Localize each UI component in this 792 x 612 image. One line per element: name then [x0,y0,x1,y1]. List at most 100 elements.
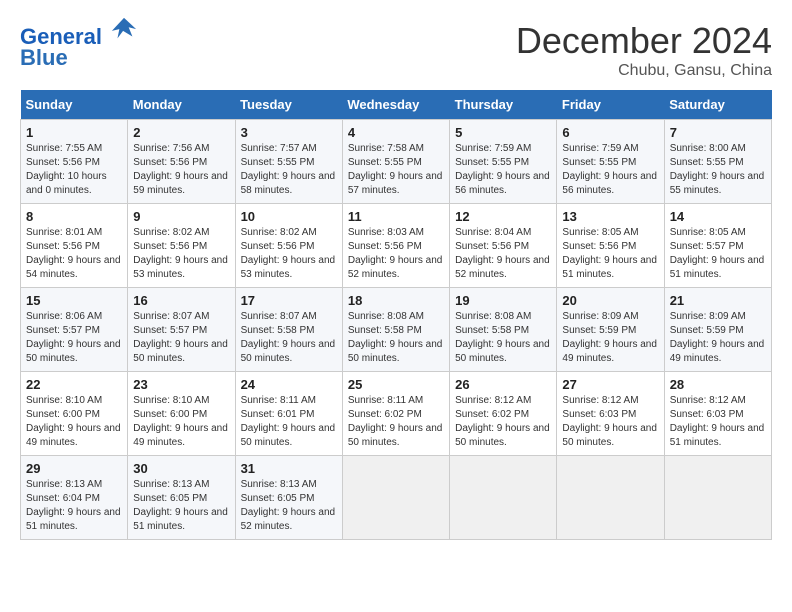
calendar-cell: 14Sunrise: 8:05 AMSunset: 5:57 PMDayligh… [664,204,771,288]
day-info: Sunrise: 8:08 AMSunset: 5:58 PMDaylight:… [455,310,551,366]
calendar-cell: 9 Sunrise: 8:02 AMSunset: 5:56 PMDaylight… [128,204,235,288]
calendar-cell [342,456,449,540]
day-number: 13 [562,209,658,224]
day-number: 16 [133,293,229,308]
day-number: 23 [133,377,229,392]
day-info: Sunrise: 8:07 AMSunset: 5:58 PMDaylight:… [241,310,337,366]
day-number: 26 [455,377,551,392]
day-info: Sunrise: 8:02 AMSunset: 5:56 PMDaylight:… [241,226,337,282]
logo-bird-icon [110,16,138,44]
day-number: 19 [455,293,551,308]
calendar-cell: 22Sunrise: 8:10 AMSunset: 6:00 PMDayligh… [21,372,128,456]
day-info: Sunrise: 8:07 AMSunset: 5:57 PMDaylight:… [133,310,229,366]
calendar-cell: 26 Sunrise: 8:12 AMSunset: 6:02 PMDayligh… [450,372,557,456]
day-number: 9 [133,209,229,224]
calendar-cell: 28 Sunrise: 8:12 AMSunset: 6:03 PMDayligh… [664,372,771,456]
day-info: Sunrise: 8:13 AMSunset: 6:05 PMDaylight:… [241,478,337,534]
day-number: 15 [26,293,122,308]
day-number: 17 [241,293,337,308]
day-number: 5 [455,125,551,140]
day-number: 6 [562,125,658,140]
calendar-cell [557,456,664,540]
day-info: Sunrise: 8:09 AMSunset: 5:59 PMDaylight:… [562,310,658,366]
day-number: 12 [455,209,551,224]
day-info: Sunrise: 8:05 AMSunset: 5:56 PMDaylight:… [562,226,658,282]
weekday-header-saturday: Saturday [664,90,771,120]
calendar-cell: 18 Sunrise: 8:08 AMSunset: 5:58 PMDayligh… [342,288,449,372]
calendar-cell: 19 Sunrise: 8:08 AMSunset: 5:58 PMDayligh… [450,288,557,372]
day-info: Sunrise: 7:57 AMSunset: 5:55 PMDaylight:… [241,142,337,198]
calendar-cell: 21Sunrise: 8:09 AMSunset: 5:59 PMDayligh… [664,288,771,372]
day-info: Sunrise: 8:12 AMSunset: 6:03 PMDaylight:… [670,394,766,450]
calendar-cell: 3Sunrise: 7:57 AMSunset: 5:55 PMDaylight… [235,120,342,204]
calendar-week-5: 29 Sunrise: 8:13 AMSunset: 6:04 PMDayligh… [21,456,772,540]
calendar-cell: 31 Sunrise: 8:13 AMSunset: 6:05 PMDayligh… [235,456,342,540]
day-number: 10 [241,209,337,224]
calendar-body: 1 Sunrise: 7:55 AMSunset: 5:56 PMDaylight… [21,120,772,540]
calendar-cell: 1 Sunrise: 7:55 AMSunset: 5:56 PMDaylight… [21,120,128,204]
calendar-cell [450,456,557,540]
day-info: Sunrise: 8:00 AMSunset: 5:55 PMDaylight:… [670,142,766,198]
calendar-cell: 8 Sunrise: 8:01 AMSunset: 5:56 PMDaylight… [21,204,128,288]
calendar-week-3: 15 Sunrise: 8:06 AMSunset: 5:57 PMDayligh… [21,288,772,372]
day-number: 21 [670,293,766,308]
day-info: Sunrise: 8:12 AMSunset: 6:03 PMDaylight:… [562,394,658,450]
day-number: 4 [348,125,444,140]
day-number: 1 [26,125,122,140]
day-number: 31 [241,461,337,476]
day-number: 30 [133,461,229,476]
weekday-header-friday: Friday [557,90,664,120]
day-info: Sunrise: 8:10 AMSunset: 6:00 PMDaylight:… [133,394,229,450]
calendar-cell: 7 Sunrise: 8:00 AMSunset: 5:55 PMDaylight… [664,120,771,204]
calendar-cell: 15 Sunrise: 8:06 AMSunset: 5:57 PMDayligh… [21,288,128,372]
day-info: Sunrise: 7:59 AMSunset: 5:55 PMDaylight:… [562,142,658,198]
calendar-cell: 5 Sunrise: 7:59 AMSunset: 5:55 PMDaylight… [450,120,557,204]
day-number: 8 [26,209,122,224]
logo-blue: Blue [20,45,138,71]
logo: General Blue [20,20,138,71]
day-number: 18 [348,293,444,308]
calendar-title-block: December 2024 Chubu, Gansu, China [516,20,772,80]
calendar-cell: 13 Sunrise: 8:05 AMSunset: 5:56 PMDayligh… [557,204,664,288]
day-info: Sunrise: 8:13 AMSunset: 6:05 PMDaylight:… [133,478,229,534]
day-number: 2 [133,125,229,140]
calendar-cell: 20Sunrise: 8:09 AMSunset: 5:59 PMDayligh… [557,288,664,372]
day-info: Sunrise: 8:08 AMSunset: 5:58 PMDaylight:… [348,310,444,366]
day-number: 25 [348,377,444,392]
calendar-week-4: 22Sunrise: 8:10 AMSunset: 6:00 PMDayligh… [21,372,772,456]
day-number: 27 [562,377,658,392]
day-info: Sunrise: 8:06 AMSunset: 5:57 PMDaylight:… [26,310,122,366]
day-info: Sunrise: 8:11 AMSunset: 6:02 PMDaylight:… [348,394,444,450]
calendar-header-row: SundayMondayTuesdayWednesdayThursdayFrid… [21,90,772,120]
calendar-cell: 29 Sunrise: 8:13 AMSunset: 6:04 PMDayligh… [21,456,128,540]
day-info: Sunrise: 7:55 AMSunset: 5:56 PMDaylight:… [26,142,122,198]
calendar-cell: 10 Sunrise: 8:02 AMSunset: 5:56 PMDayligh… [235,204,342,288]
day-number: 7 [670,125,766,140]
day-info: Sunrise: 8:11 AMSunset: 6:01 PMDaylight:… [241,394,337,450]
calendar-cell: 23 Sunrise: 8:10 AMSunset: 6:00 PMDayligh… [128,372,235,456]
day-info: Sunrise: 8:10 AMSunset: 6:00 PMDaylight:… [26,394,122,450]
day-info: Sunrise: 8:01 AMSunset: 5:56 PMDaylight:… [26,226,122,282]
day-info: Sunrise: 8:13 AMSunset: 6:04 PMDaylight:… [26,478,122,534]
weekday-header-tuesday: Tuesday [235,90,342,120]
page-header: General Blue December 2024 Chubu, Gansu,… [20,20,772,80]
calendar-week-2: 8 Sunrise: 8:01 AMSunset: 5:56 PMDaylight… [21,204,772,288]
calendar-cell: 16 Sunrise: 8:07 AMSunset: 5:57 PMDayligh… [128,288,235,372]
calendar-cell: 24 Sunrise: 8:11 AMSunset: 6:01 PMDayligh… [235,372,342,456]
day-info: Sunrise: 7:59 AMSunset: 5:55 PMDaylight:… [455,142,551,198]
day-number: 29 [26,461,122,476]
day-info: Sunrise: 8:02 AMSunset: 5:56 PMDaylight:… [133,226,229,282]
day-info: Sunrise: 8:12 AMSunset: 6:02 PMDaylight:… [455,394,551,450]
day-number: 24 [241,377,337,392]
calendar-cell: 12Sunrise: 8:04 AMSunset: 5:56 PMDayligh… [450,204,557,288]
weekday-header-wednesday: Wednesday [342,90,449,120]
day-info: Sunrise: 8:03 AMSunset: 5:56 PMDaylight:… [348,226,444,282]
calendar-cell: 30 Sunrise: 8:13 AMSunset: 6:05 PMDayligh… [128,456,235,540]
calendar-cell: 17 Sunrise: 8:07 AMSunset: 5:58 PMDayligh… [235,288,342,372]
calendar-cell: 25 Sunrise: 8:11 AMSunset: 6:02 PMDayligh… [342,372,449,456]
calendar-cell: 2Sunrise: 7:56 AMSunset: 5:56 PMDaylight… [128,120,235,204]
day-number: 28 [670,377,766,392]
calendar-month-year: December 2024 [516,20,772,62]
calendar-cell: 27 Sunrise: 8:12 AMSunset: 6:03 PMDayligh… [557,372,664,456]
calendar-cell: 11Sunrise: 8:03 AMSunset: 5:56 PMDayligh… [342,204,449,288]
